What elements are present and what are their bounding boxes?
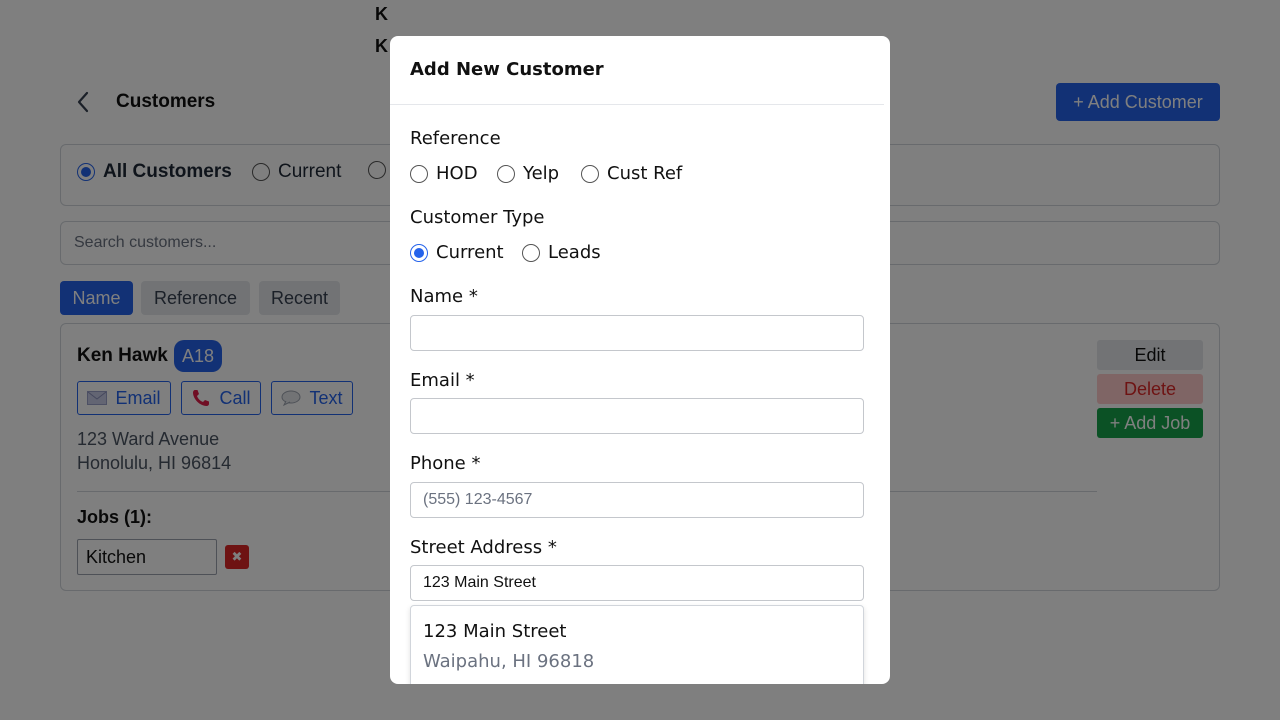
email-label: Email * bbox=[410, 370, 475, 391]
suggestion-street: 123 Main Street bbox=[423, 621, 567, 642]
street-address-field[interactable] bbox=[410, 565, 864, 601]
street-address-label: Street Address * bbox=[410, 537, 557, 558]
reference-label: Reference bbox=[410, 128, 501, 149]
radio-selected-icon bbox=[410, 243, 428, 262]
modal-title: Add New Customer bbox=[410, 59, 604, 80]
reference-option-cust-ref[interactable]: Cust Ref bbox=[581, 163, 682, 184]
phone-field[interactable] bbox=[410, 482, 864, 518]
reference-option-hod[interactable]: HOD bbox=[410, 163, 478, 184]
radio-icon bbox=[497, 164, 515, 183]
email-field[interactable] bbox=[410, 398, 864, 434]
name-field[interactable] bbox=[410, 315, 864, 351]
modal-divider bbox=[390, 104, 884, 105]
phone-label: Phone * bbox=[410, 453, 481, 474]
radio-icon bbox=[410, 164, 428, 183]
customer-type-current[interactable]: Current bbox=[410, 242, 504, 263]
customer-type-label: Customer Type bbox=[410, 207, 545, 228]
suggestion-city: Waipahu, HI 96818 bbox=[423, 651, 595, 672]
address-suggestion-item[interactable]: 123 Main Street Waipahu, HI 96818 bbox=[410, 605, 864, 684]
name-label: Name * bbox=[410, 286, 478, 307]
radio-icon bbox=[522, 243, 540, 262]
customer-type-leads[interactable]: Leads bbox=[522, 242, 601, 263]
add-customer-modal: Add New Customer Reference HOD Yelp Cust… bbox=[390, 36, 890, 684]
reference-option-yelp[interactable]: Yelp bbox=[497, 163, 559, 184]
radio-icon bbox=[581, 164, 599, 183]
